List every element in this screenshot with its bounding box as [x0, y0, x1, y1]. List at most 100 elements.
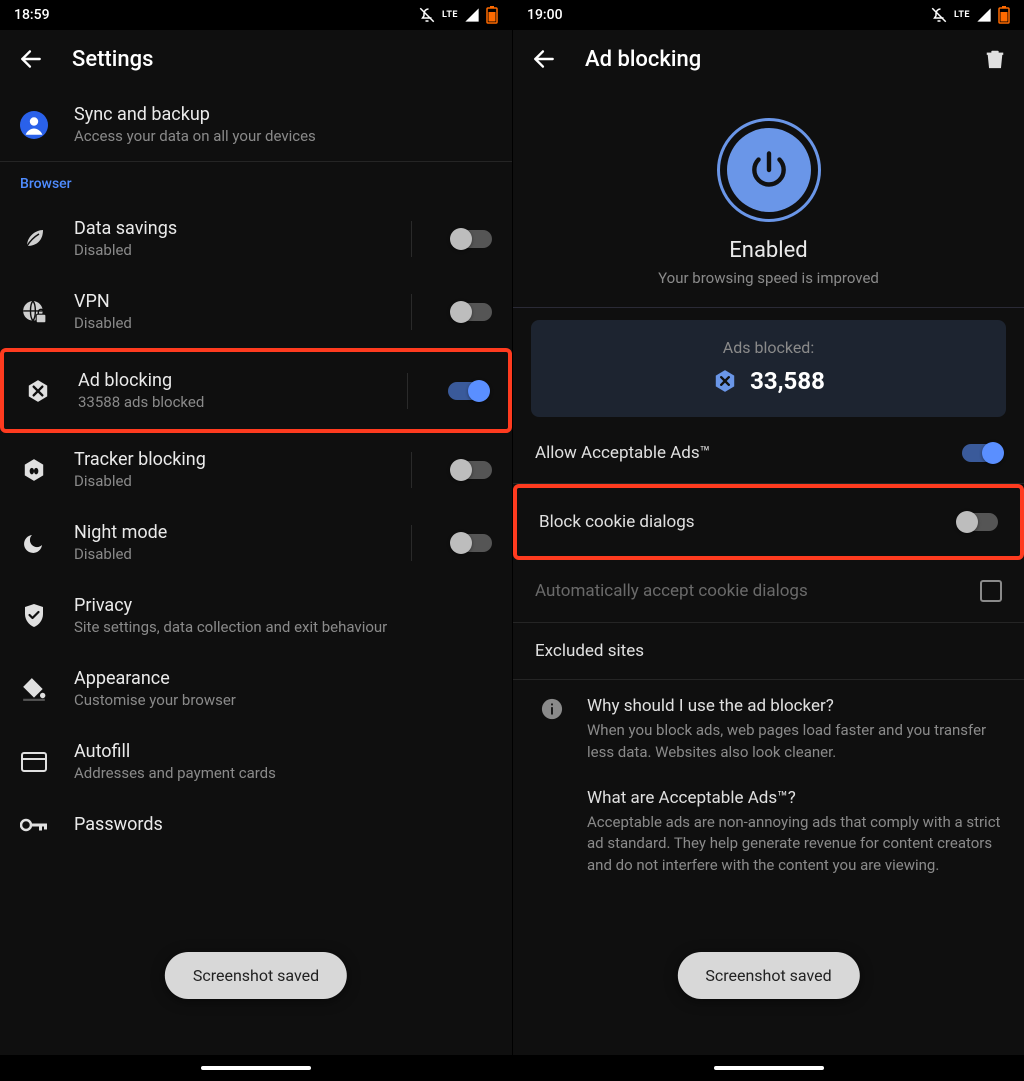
settings-screen: 18:59 LTE Settings Sync and backup Acces…	[0, 0, 512, 1081]
appearance-sub: Customise your browser	[74, 691, 492, 709]
page-title: Ad blocking	[585, 47, 701, 72]
night-toggle[interactable]	[452, 534, 492, 552]
faq1-question: Why should I use the ad blocker?	[587, 696, 1004, 716]
globe-lock-icon	[21, 299, 47, 325]
allow-acceptable-toggle[interactable]	[962, 444, 1002, 462]
account-avatar-icon	[20, 105, 48, 145]
section-browser: Browser	[0, 162, 512, 202]
block-cookie-row[interactable]: Block cookie dialogs	[513, 484, 1024, 560]
info-icon	[541, 698, 563, 720]
navigation-bar	[513, 1055, 1024, 1081]
power-icon	[747, 148, 791, 192]
nav-pill[interactable]	[714, 1066, 824, 1070]
status-bar: 18:59 LTE	[0, 0, 512, 30]
mute-icon	[930, 6, 948, 24]
adblock-status: Enabled	[513, 238, 1024, 263]
ad-blocking-row[interactable]: Ad blocking 33588 ads blocked	[0, 348, 512, 433]
leaf-icon	[22, 227, 46, 251]
data-savings-sub: Disabled	[74, 241, 375, 259]
page-title: Settings	[72, 47, 153, 72]
vpn-row[interactable]: VPN Disabled	[0, 275, 512, 348]
power-badge[interactable]	[717, 118, 821, 222]
back-arrow-icon[interactable]	[18, 46, 44, 72]
signal-icon	[976, 7, 992, 23]
divider	[513, 307, 1024, 308]
data-savings-label: Data savings	[74, 218, 375, 239]
sync-backup-row[interactable]: Sync and backup Access your data on all …	[0, 88, 512, 161]
title-bar: Ad blocking	[513, 30, 1024, 88]
autofill-row[interactable]: Autofill Addresses and payment cards	[0, 725, 512, 798]
faq2-question: What are Acceptable Ads™?	[587, 788, 1004, 808]
screenshot-toast: Screenshot saved	[677, 952, 859, 999]
ads-blocked-count: 33,588	[750, 367, 825, 395]
status-time: 19:00	[527, 7, 563, 23]
passwords-label: Passwords	[74, 814, 492, 835]
appearance-label: Appearance	[74, 668, 492, 689]
privacy-label: Privacy	[74, 595, 492, 616]
faq-acceptable-block: What are Acceptable Ads™? Acceptable ads…	[513, 780, 1024, 893]
key-icon	[20, 817, 48, 833]
back-arrow-icon[interactable]	[531, 46, 557, 72]
tracker-blocking-row[interactable]: Tracker blocking Disabled	[0, 433, 512, 506]
status-icons: LTE	[418, 6, 498, 24]
auto-accept-checkbox	[980, 580, 1002, 602]
adblock-sub: 33588 ads blocked	[78, 393, 371, 411]
data-savings-toggle[interactable]	[452, 230, 492, 248]
vpn-toggle[interactable]	[452, 303, 492, 321]
battery-icon	[998, 6, 1010, 24]
lte-label: LTE	[442, 10, 458, 20]
vpn-sub: Disabled	[74, 314, 375, 332]
excluded-sites-row[interactable]: Excluded sites	[513, 623, 1024, 679]
block-cookie-label: Block cookie dialogs	[539, 512, 938, 532]
data-savings-row[interactable]: Data savings Disabled	[0, 202, 512, 275]
trash-icon[interactable]	[984, 47, 1006, 71]
night-label: Night mode	[74, 522, 375, 543]
privacy-row[interactable]: Privacy Site settings, data collection a…	[0, 579, 512, 652]
battery-icon	[486, 6, 498, 24]
moon-icon	[22, 531, 46, 555]
nav-pill[interactable]	[201, 1066, 311, 1070]
auto-accept-row: Automatically accept cookie dialogs	[513, 560, 1024, 622]
auto-accept-label: Automatically accept cookie dialogs	[535, 581, 960, 601]
adblock-toggle[interactable]	[448, 382, 488, 400]
shield-check-icon	[22, 603, 46, 629]
allow-acceptable-row[interactable]: Allow Acceptable Ads™	[513, 417, 1024, 483]
ads-blocked-card: Ads blocked: 33,588	[531, 320, 1006, 417]
faq-why-block: Why should I use the ad blocker? When yo…	[513, 680, 1024, 780]
signal-icon	[464, 7, 480, 23]
paint-bucket-icon	[21, 676, 47, 702]
lte-label: LTE	[954, 10, 970, 20]
ads-blocked-label: Ads blocked:	[541, 338, 996, 357]
adblock-hero: Enabled Your browsing speed is improved	[513, 88, 1024, 307]
faq2-answer: Acceptable ads are non-annoying ads that…	[587, 812, 1004, 877]
adblock-label: Ad blocking	[78, 370, 371, 391]
allow-acceptable-label: Allow Acceptable Ads™	[535, 443, 942, 463]
mute-icon	[418, 6, 436, 24]
tracker-hex-icon	[21, 457, 47, 483]
adblock-status-sub: Your browsing speed is improved	[513, 269, 1024, 287]
status-icons: LTE	[930, 6, 1010, 24]
night-sub: Disabled	[74, 545, 375, 563]
adblock-hex-icon	[25, 378, 51, 404]
sync-label: Sync and backup	[74, 104, 492, 125]
block-cookie-toggle[interactable]	[958, 513, 998, 531]
sync-sub: Access your data on all your devices	[74, 127, 492, 145]
card-icon	[21, 752, 47, 772]
appearance-row[interactable]: Appearance Customise your browser	[0, 652, 512, 725]
privacy-sub: Site settings, data collection and exit …	[74, 618, 492, 636]
status-bar: 19:00 LTE	[513, 0, 1024, 30]
autofill-sub: Addresses and payment cards	[74, 764, 492, 782]
vpn-label: VPN	[74, 291, 375, 312]
tracker-label: Tracker blocking	[74, 449, 375, 470]
passwords-row[interactable]: Passwords	[0, 798, 512, 841]
screenshot-toast: Screenshot saved	[165, 952, 347, 999]
navigation-bar	[0, 1055, 512, 1081]
title-bar: Settings	[0, 30, 512, 88]
tracker-sub: Disabled	[74, 472, 375, 490]
status-time: 18:59	[14, 7, 50, 23]
tracker-toggle[interactable]	[452, 461, 492, 479]
faq1-answer: When you block ads, web pages load faste…	[587, 720, 1004, 764]
autofill-label: Autofill	[74, 741, 492, 762]
adblock-hex-icon	[712, 368, 738, 394]
night-mode-row[interactable]: Night mode Disabled	[0, 506, 512, 579]
